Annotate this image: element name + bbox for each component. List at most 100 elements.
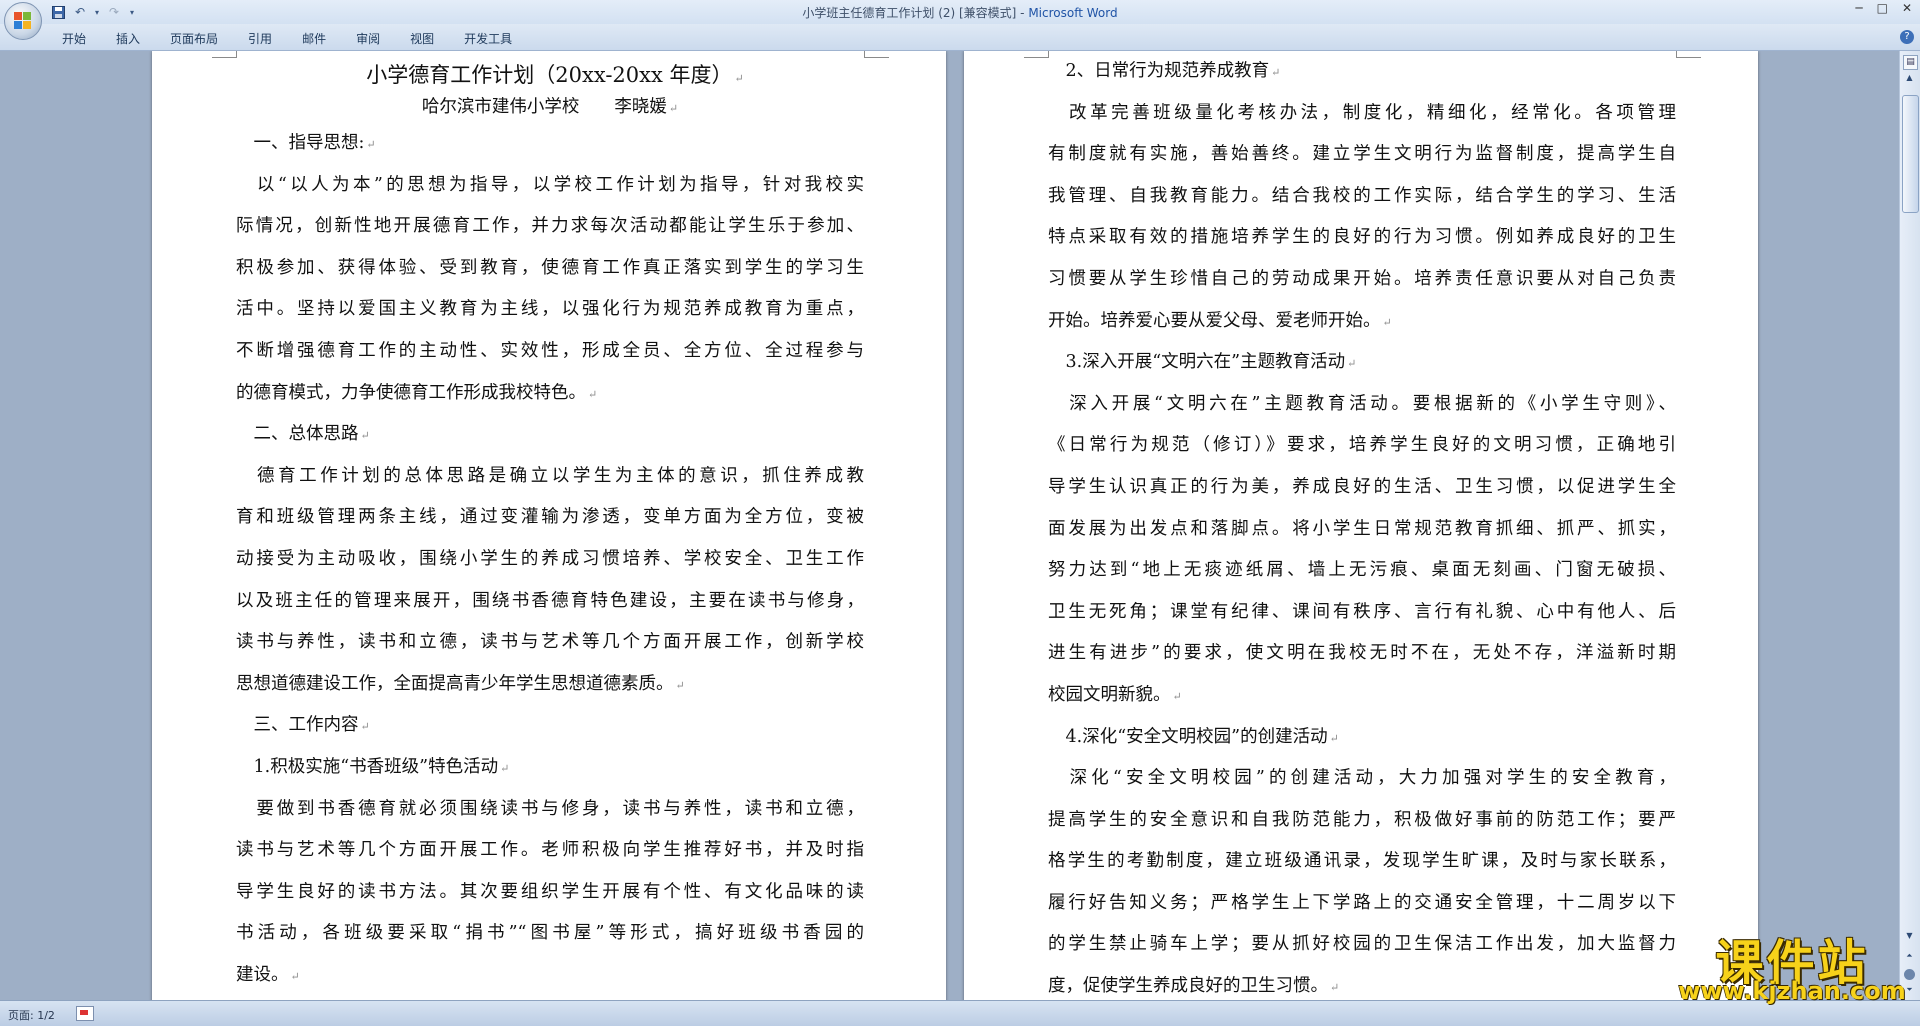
text-line-content: 我管理、自我教育能力。结合我校的工作实际，结合学生的学习、生活 xyxy=(1048,185,1676,206)
text-line-content: 4.深化“安全文明校园”的创建活动 xyxy=(1048,726,1328,747)
office-button[interactable] xyxy=(4,2,42,40)
ribbon-tab-bar: 开始 插入 页面布局 引用 邮件 审阅 视图 开发工具 ? xyxy=(0,24,1920,51)
crop-mark xyxy=(1024,51,1049,58)
office-logo-icon xyxy=(14,12,32,30)
watermark-url: www.kjzhan.com xyxy=(1678,977,1906,1005)
page-1-lines: 一、指导思想: ↵ 以“以人为本”的思想为指导，以学校工作计划为指导，针对我校实际… xyxy=(236,123,864,996)
text-line: 导学生认识真正的行为美，养成良好的生活、卫生习惯，以促进学生全 xyxy=(1048,467,1676,509)
text-line-content: 育和班级管理两条主线，通过变灌输为渗透，变单方面为全方位，变被 xyxy=(236,507,864,528)
paragraph-mark: ↵ xyxy=(668,102,679,115)
text-line-content: 三、工作内容 xyxy=(236,715,359,736)
paragraph-mark: ↵ xyxy=(290,969,300,983)
text-line: 思想道德建设工作，全面提高青少年学生思想道德素质。 ↵ xyxy=(236,664,864,706)
text-line: 的学生禁止骑车上学；要从抓好校园的卫生保洁工作出发，加大监督力 xyxy=(1048,924,1676,966)
text-line-content: 导学生认识真正的行为美，养成良好的生活、卫生习惯，以促进学生全 xyxy=(1048,476,1676,497)
tab-mailings[interactable]: 邮件 xyxy=(290,29,338,48)
help-icon[interactable]: ? xyxy=(1900,30,1914,44)
language-icon[interactable] xyxy=(76,1006,94,1021)
page-2-lines: 2、日常行为规范养成教育 ↵ 改革完善班级量化考核办法，制度化，精细化，经常化。各… xyxy=(1048,51,1676,1000)
text-line: 积极参加、获得体验、受到教育，使德育工作真正落实到学生的学习生 xyxy=(236,248,864,290)
text-line: 面发展为出发点和落脚点。将小学生日常规范教育抓细、抓严、抓实， xyxy=(1048,509,1676,551)
text-line-content: 积极参加、获得体验、受到教育，使德育工作真正落实到学生的学习生 xyxy=(236,257,864,278)
text-line-content: 深入开展“文明六在”主题教育活动。要根据新的《小学生守则》、 xyxy=(1048,393,1676,414)
text-line: 际情况，创新性地开展德育工作，并力求每次活动都能让学生乐于参加、 xyxy=(236,206,864,248)
text-line: 德育工作计划的总体思路是确立以学生为主体的意识，抓住养成教 xyxy=(236,456,864,498)
page-2[interactable]: 2、日常行为规范养成教育 ↵ 改革完善班级量化考核办法，制度化，精细化，经常化。各… xyxy=(964,51,1758,1000)
paragraph-mark: ↵ xyxy=(366,138,376,151)
text-line: 开始。培养爱心要从爱父母、爱老师开始。 ↵ xyxy=(1048,301,1676,343)
tab-review[interactable]: 审阅 xyxy=(344,29,392,48)
text-line: 的德育模式，力争使德育工作形成我校特色。 ↵ xyxy=(236,373,864,415)
tab-insert[interactable]: 插入 xyxy=(104,29,152,48)
tab-developer[interactable]: 开发工具 xyxy=(452,29,524,48)
text-line: 动接受为主动吸收，围绕小学生的养成习惯培养、学校安全、卫生工作 xyxy=(236,539,864,581)
text-line: 1.积极实施“书香班级”特色活动 ↵ xyxy=(236,747,864,789)
text-line-content: 提高学生的安全意识和自我防范能力，积极做好事前的防范工作；要严 xyxy=(1048,809,1676,830)
tab-view[interactable]: 视图 xyxy=(398,29,446,48)
text-line: 以“以人为本”的思想为指导，以学校工作计划为指导，针对我校实 xyxy=(236,165,864,207)
document-title-text: 小学德育工作计划（20xx-20xx 年度） xyxy=(366,63,733,87)
paragraph-mark: ↵ xyxy=(1172,689,1182,703)
text-line-content: 《日常行为规范（修订）》要求，培养学生良好的文明习惯，正确地引 xyxy=(1048,435,1676,456)
text-line: 卫生无死角；课堂有纪律、课间有秩序、言行有礼貌、心中有他人、后 xyxy=(1048,592,1676,634)
page-2-body[interactable]: 2、日常行为规范养成教育 ↵ 改革完善班级量化考核办法，制度化，精细化，经常化。各… xyxy=(1048,51,1676,1000)
page-1[interactable]: 小学德育工作计划（20xx-20xx 年度） ↵ 哈尔滨市建伟小学校 李晓媛 ↵ 一… xyxy=(152,51,946,1000)
page-1-body[interactable]: 小学德育工作计划（20xx-20xx 年度） ↵ 哈尔滨市建伟小学校 李晓媛 ↵ 一… xyxy=(236,59,864,996)
text-line-content: 校园文明新貌。 xyxy=(1048,684,1171,705)
text-line-content: 动接受为主动吸收，围绕小学生的养成习惯培养、学校安全、卫生工作 xyxy=(236,548,864,569)
text-line-content: 一、指导思想: xyxy=(236,133,365,153)
text-line-content: 3.深入开展“文明六在”主题教育活动 xyxy=(1048,352,1346,373)
text-line: 深入开展“文明六在”主题教育活动。要根据新的《小学生守则》、 xyxy=(1048,384,1676,426)
text-line-content: 导学生良好的读书方法。其次要组织学生开展有个性、有文化品味的读 xyxy=(236,881,864,902)
text-line: 二、总体思路 ↵ xyxy=(236,414,864,456)
text-line: 深化“安全文明校园”的创建活动，大力加强对学生的安全教育， xyxy=(1048,758,1676,800)
text-line: 度，促使学生养成良好的卫生习惯。 ↵ xyxy=(1048,966,1676,1000)
minimize-button[interactable]: ─ xyxy=(1855,1,1862,15)
status-bar: 页面: 1/2 xyxy=(0,1000,1920,1026)
text-line: 三、工作内容 ↵ xyxy=(236,705,864,747)
text-line-content: 活中。坚持以爱国主义教育为主线，以强化行为规范养成教育为重点， xyxy=(236,299,864,320)
text-line: 履行好告知义务；严格学生上下学路上的交通安全管理，十二周岁以下 xyxy=(1048,883,1676,925)
text-line: 改革完善班级量化考核办法，制度化，精细化，经常化。各项管理 xyxy=(1048,93,1676,135)
application-name: Microsoft Word xyxy=(1028,6,1118,20)
crop-mark xyxy=(864,51,889,58)
text-line-content: 不断增强德育工作的主动性、实效性，形成全员、全方位、全过程参与 xyxy=(236,340,864,361)
text-line: 我管理、自我教育能力。结合我校的工作实际，结合学生的学习、生活 xyxy=(1048,176,1676,218)
text-line-content: 格学生的考勤制度，建立班级通讯录，发现学生旷课，及时与家长联系， xyxy=(1048,851,1676,872)
text-line-content: 以“以人为本”的思想为指导，以学校工作计划为指导，针对我校实 xyxy=(236,174,864,195)
tab-references[interactable]: 引用 xyxy=(236,29,284,48)
window-controls: ─ □ ✕ xyxy=(1855,1,1912,15)
close-button[interactable]: ✕ xyxy=(1902,1,1912,15)
tab-page-layout[interactable]: 页面布局 xyxy=(158,29,230,48)
document-title: 小学德育工作计划（20xx-20xx 年度） ↵ xyxy=(236,59,864,91)
page-counter[interactable]: 页面: 1/2 xyxy=(8,1007,55,1023)
text-line: 习惯要从学生珍惜自己的劳动成果开始。培养责任意识要从对自己负责 xyxy=(1048,259,1676,301)
document-name: 小学班主任德育工作计划 (2) [兼容模式] - xyxy=(802,6,1029,20)
text-line: 读书与养性，读书和立德，读书与艺术等几个方面开展工作，创新学校 xyxy=(236,622,864,664)
paragraph-mark: ↵ xyxy=(1347,357,1357,371)
view-ruler-icon[interactable]: ▤ xyxy=(1903,55,1918,70)
paragraph-mark: ↵ xyxy=(1329,731,1339,745)
paragraph-mark: ↵ xyxy=(360,429,370,443)
scroll-thumb[interactable] xyxy=(1902,95,1919,213)
document-area[interactable]: 小学德育工作计划（20xx-20xx 年度） ↵ 哈尔滨市建伟小学校 李晓媛 ↵ 一… xyxy=(0,51,1900,1000)
scroll-up-icon[interactable]: ▲ xyxy=(1903,73,1916,86)
text-line: 导学生良好的读书方法。其次要组织学生开展有个性、有文化品味的读 xyxy=(236,872,864,914)
text-line-content: 思想道德建设工作，全面提高青少年学生思想道德素质。 xyxy=(236,673,674,694)
text-line-content: 读书与养性，读书和立德，读书与艺术等几个方面开展工作，创新学校 xyxy=(236,632,864,653)
text-line-content: 努力达到“地上无痰迹纸屑、墙上无污痕、桌面无刻画、门窗无破损、 xyxy=(1048,560,1676,581)
text-line-content: 履行好告知义务；严格学生上下学路上的交通安全管理，十二周岁以下 xyxy=(1048,892,1676,913)
text-line: 有制度就有实施，善始善终。建立学生文明行为监督制度，提高学生自 xyxy=(1048,134,1676,176)
text-line-content: 际情况，创新性地开展德育工作，并力求每次活动都能让学生乐于参加、 xyxy=(236,216,864,237)
vertical-scrollbar[interactable]: ▤ ▲ ▼ ⏶ ⏷ xyxy=(1899,51,1920,1000)
tab-home[interactable]: 开始 xyxy=(50,29,98,48)
ribbon-tabs: 开始 插入 页面布局 引用 邮件 审阅 视图 开发工具 xyxy=(50,29,530,48)
text-line: 活中。坚持以爱国主义教育为主线，以强化行为规范养成教育为重点， xyxy=(236,289,864,331)
text-line-content: 改革完善班级量化考核办法，制度化，精细化，经常化。各项管理 xyxy=(1048,102,1676,123)
text-line-content: 读书与艺术等几个方面开展工作。老师积极向学生推荐好书，并及时指 xyxy=(236,840,864,861)
text-line: 进生有进步”的要求，使文明在我校无时不在，无处不存，洋溢新时期 xyxy=(1048,633,1676,675)
paragraph-mark: ↵ xyxy=(1330,981,1340,995)
maximize-button[interactable]: □ xyxy=(1877,1,1888,15)
text-line: 努力达到“地上无痰迹纸屑、墙上无污痕、桌面无刻画、门窗无破损、 xyxy=(1048,550,1676,592)
text-line: 特点采取有效的措施培养学生的良好的行为习惯。例如养成良好的卫生 xyxy=(1048,217,1676,259)
